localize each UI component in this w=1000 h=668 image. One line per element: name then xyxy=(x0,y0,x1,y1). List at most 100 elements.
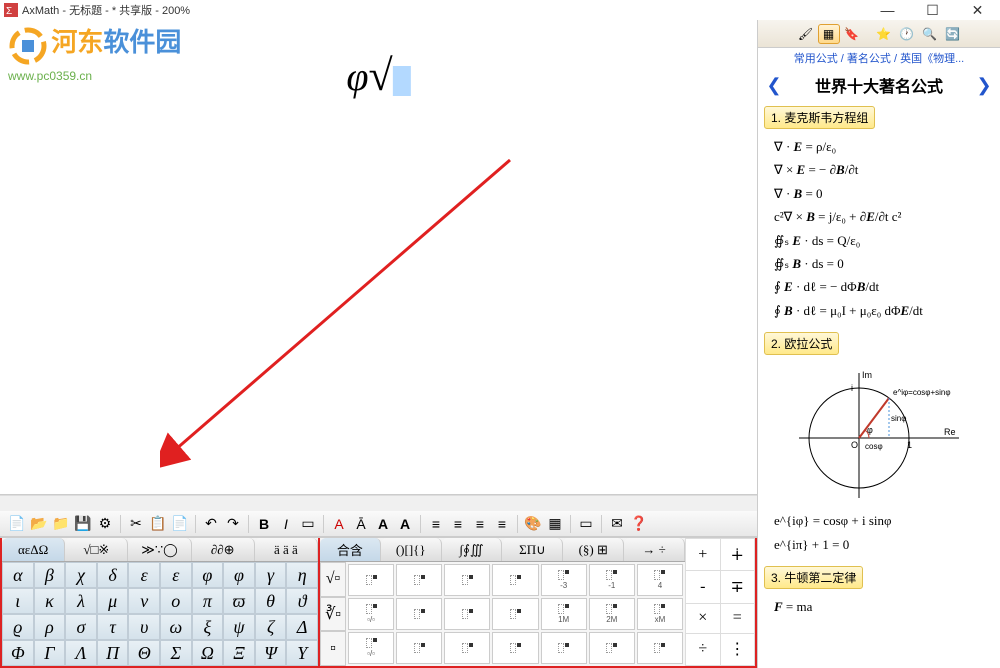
greek-π[interactable]: π xyxy=(192,588,224,614)
side-tag-button[interactable]: 🔖 xyxy=(841,24,863,44)
mail-button[interactable]: ✉ xyxy=(606,513,628,535)
greek-Γ[interactable]: Γ xyxy=(34,640,66,666)
A1-button[interactable]: A xyxy=(372,513,394,535)
greek-Π[interactable]: Π xyxy=(97,640,129,666)
greek-λ[interactable]: λ xyxy=(65,588,97,614)
template-cell-4[interactable]: -3 xyxy=(541,564,587,596)
greek-tab-3[interactable]: ∂∂⊕ xyxy=(192,538,255,561)
greek-κ[interactable]: κ xyxy=(34,588,66,614)
template-cell-11[interactable]: 1M xyxy=(541,598,587,630)
template-cell-1[interactable] xyxy=(396,564,442,596)
greek-ψ[interactable]: ψ xyxy=(223,614,255,640)
breadcrumb[interactable]: 常用公式 / 著名公式 / 英国《物理... xyxy=(758,48,1000,68)
template-cell-13[interactable]: xM xyxy=(637,598,683,630)
template-cell-2[interactable] xyxy=(444,564,490,596)
maximize-button[interactable]: ☐ xyxy=(910,0,955,20)
greek-Ξ[interactable]: Ξ xyxy=(223,640,255,666)
save-button[interactable]: 💾 xyxy=(72,513,94,535)
font-box-button[interactable]: ▭ xyxy=(297,513,319,535)
greek-ζ[interactable]: ζ xyxy=(255,614,287,640)
open-button[interactable]: 📂 xyxy=(28,513,50,535)
operator-÷[interactable]: ÷ xyxy=(686,634,720,665)
next-page-button[interactable]: ❯ xyxy=(974,75,994,96)
greek-υ[interactable]: υ xyxy=(128,614,160,640)
template-cell-16[interactable] xyxy=(444,632,490,664)
equation-canvas[interactable]: φ√ xyxy=(0,20,757,495)
greek-ω[interactable]: ω xyxy=(160,614,192,640)
greek-ρ[interactable]: ρ xyxy=(34,614,66,640)
greek-tab-4[interactable]: ä ä ä xyxy=(255,538,318,561)
greek-Λ[interactable]: Λ xyxy=(65,640,97,666)
style-button[interactable]: Ā xyxy=(350,513,372,535)
template-cell-6[interactable]: 4 xyxy=(637,564,683,596)
template-tab-4[interactable]: (§) ⊞ xyxy=(563,538,624,561)
greek-Ω[interactable]: Ω xyxy=(192,640,224,666)
prev-page-button[interactable]: ❮ xyxy=(764,75,784,96)
greek-ϑ[interactable]: ϑ xyxy=(286,588,318,614)
greek-tab-0[interactable]: αεΔΩ xyxy=(2,538,65,561)
horizontal-scrollbar[interactable] xyxy=(0,495,757,511)
formula-math[interactable]: ∇ · E = ρ/ε₀∇ × E = − ∂B/∂t∇ · B = 0c²∇ … xyxy=(764,133,994,324)
close-button[interactable]: ✕ xyxy=(955,0,1000,20)
italic-button[interactable]: I xyxy=(275,513,297,535)
minimize-button[interactable]: — xyxy=(865,0,910,20)
greek-Φ[interactable]: Φ xyxy=(2,640,34,666)
template-cell-0[interactable] xyxy=(348,564,394,596)
side-star-button[interactable]: ⭐ xyxy=(873,24,895,44)
template-cell-15[interactable] xyxy=(396,632,442,664)
operator-∓[interactable]: ∓ xyxy=(721,571,755,602)
template-cell-5[interactable]: -1 xyxy=(589,564,635,596)
greek-α[interactable]: α xyxy=(2,562,34,588)
template-cell-14[interactable]: ▫/▫ xyxy=(348,632,394,664)
greek-ξ[interactable]: ξ xyxy=(192,614,224,640)
formula-math[interactable]: F = ma xyxy=(764,593,994,620)
greek-ι[interactable]: ι xyxy=(2,588,34,614)
template-cell-20[interactable] xyxy=(637,632,683,664)
greek-Υ[interactable]: Υ xyxy=(286,640,318,666)
new-doc-button[interactable]: 📄 xyxy=(6,513,28,535)
template-cell-7[interactable]: ▫/▫ xyxy=(348,598,394,630)
greek-μ[interactable]: μ xyxy=(97,588,129,614)
greek-β[interactable]: β xyxy=(34,562,66,588)
template-cell-17[interactable] xyxy=(492,632,538,664)
align-j-button[interactable]: ≡ xyxy=(491,513,513,535)
side-refresh-button[interactable]: 🔄 xyxy=(942,24,964,44)
template-cell-19[interactable] xyxy=(589,632,635,664)
paste-button[interactable]: 📄 xyxy=(169,513,191,535)
greek-Ψ[interactable]: Ψ xyxy=(255,640,287,666)
formula-list[interactable]: 1. 麦克斯韦方程组∇ · E = ρ/ε₀∇ × E = − ∂B/∂t∇ ·… xyxy=(758,102,1000,668)
side-clock-button[interactable]: 🕐 xyxy=(896,24,918,44)
greek-tab-1[interactable]: √□※ xyxy=(65,538,128,561)
greek-δ[interactable]: δ xyxy=(97,562,129,588)
box-red-button[interactable]: ▭ xyxy=(575,513,597,535)
greek-Σ[interactable]: Σ xyxy=(160,640,192,666)
template-tab-3[interactable]: ΣΠ∪ xyxy=(502,538,563,561)
help-button[interactable]: ❓ xyxy=(628,513,650,535)
greek-σ[interactable]: σ xyxy=(65,614,97,640)
operator-×[interactable]: × xyxy=(686,604,720,633)
template-cell-10[interactable] xyxy=(492,598,538,630)
operator-=[interactable]: = xyxy=(721,604,755,633)
bold-button[interactable]: B xyxy=(253,513,275,535)
template-tab-1[interactable]: ()[]{} xyxy=(381,538,442,561)
side-brush-button[interactable]: 🖌 xyxy=(795,24,817,44)
greek-θ[interactable]: θ xyxy=(255,588,287,614)
redo-button[interactable]: ↷ xyxy=(222,513,244,535)
align-c-button[interactable]: ≡ xyxy=(447,513,469,535)
greek-γ[interactable]: γ xyxy=(255,562,287,588)
template-cell-18[interactable] xyxy=(541,632,587,664)
cut-button[interactable]: ✂ xyxy=(125,513,147,535)
greek-τ[interactable]: τ xyxy=(97,614,129,640)
operator-∔[interactable]: ∔ xyxy=(721,539,755,570)
undo-button[interactable]: ↶ xyxy=(200,513,222,535)
template-cell-8[interactable] xyxy=(396,598,442,630)
grid-button[interactable]: ▦ xyxy=(544,513,566,535)
align-l-button[interactable]: ≡ xyxy=(425,513,447,535)
template-cell-9[interactable] xyxy=(444,598,490,630)
greek-ν[interactable]: ν xyxy=(128,588,160,614)
greek-η[interactable]: η xyxy=(286,562,318,588)
greek-χ[interactable]: χ xyxy=(65,562,97,588)
settings-button[interactable]: ⚙ xyxy=(94,513,116,535)
greek-Δ[interactable]: Δ xyxy=(286,614,318,640)
operator-⋮[interactable]: ⋮ xyxy=(721,634,755,665)
